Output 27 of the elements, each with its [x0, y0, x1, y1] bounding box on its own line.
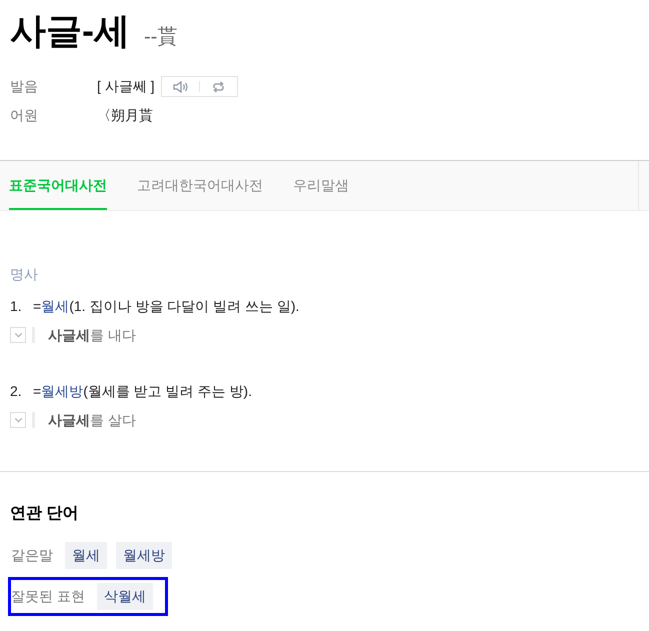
definition-text: =월세(1. 집이나 방을 다달이 빌려 쓰는 일).	[33, 297, 300, 316]
section-title: 연관 단어	[10, 504, 78, 524]
pronunciation-text: [ 사글쎄 ]	[97, 77, 155, 96]
chevron-icon	[14, 417, 22, 423]
headword: 사글-세	[10, 9, 130, 53]
info-label: 발음	[10, 77, 39, 96]
relation-label: 잘못된 표현	[11, 587, 85, 606]
expand-button[interactable]	[10, 327, 26, 343]
related-word-chip[interactable]: 월세	[65, 542, 107, 569]
example-text: 사글세를 내다	[48, 326, 136, 344]
etymology-text: 〈朔月貰	[97, 106, 153, 125]
speaker-icon	[172, 80, 188, 92]
example-text: 사글세를 살다	[48, 410, 136, 430]
related-word-chip[interactable]: 월세방	[116, 542, 172, 569]
word-link[interactable]: 월세	[41, 298, 70, 314]
word-link[interactable]: 월세방	[41, 383, 84, 399]
related-word-chip[interactable]: 삭월세	[96, 583, 153, 610]
repeat-icon	[212, 80, 225, 92]
sense-number: 2.	[10, 382, 23, 401]
chevron-icon	[14, 332, 22, 338]
relation-label: 같은말	[11, 546, 53, 565]
sense-number: 1.	[10, 297, 23, 316]
info-label: 어원	[10, 106, 39, 125]
expand-button[interactable]	[10, 412, 26, 428]
part-of-speech: 명사	[10, 265, 38, 284]
hanja-notation: --貰	[144, 25, 178, 50]
definition-text: =월세방(월세를 받고 빌려 주는 방).	[33, 382, 252, 401]
